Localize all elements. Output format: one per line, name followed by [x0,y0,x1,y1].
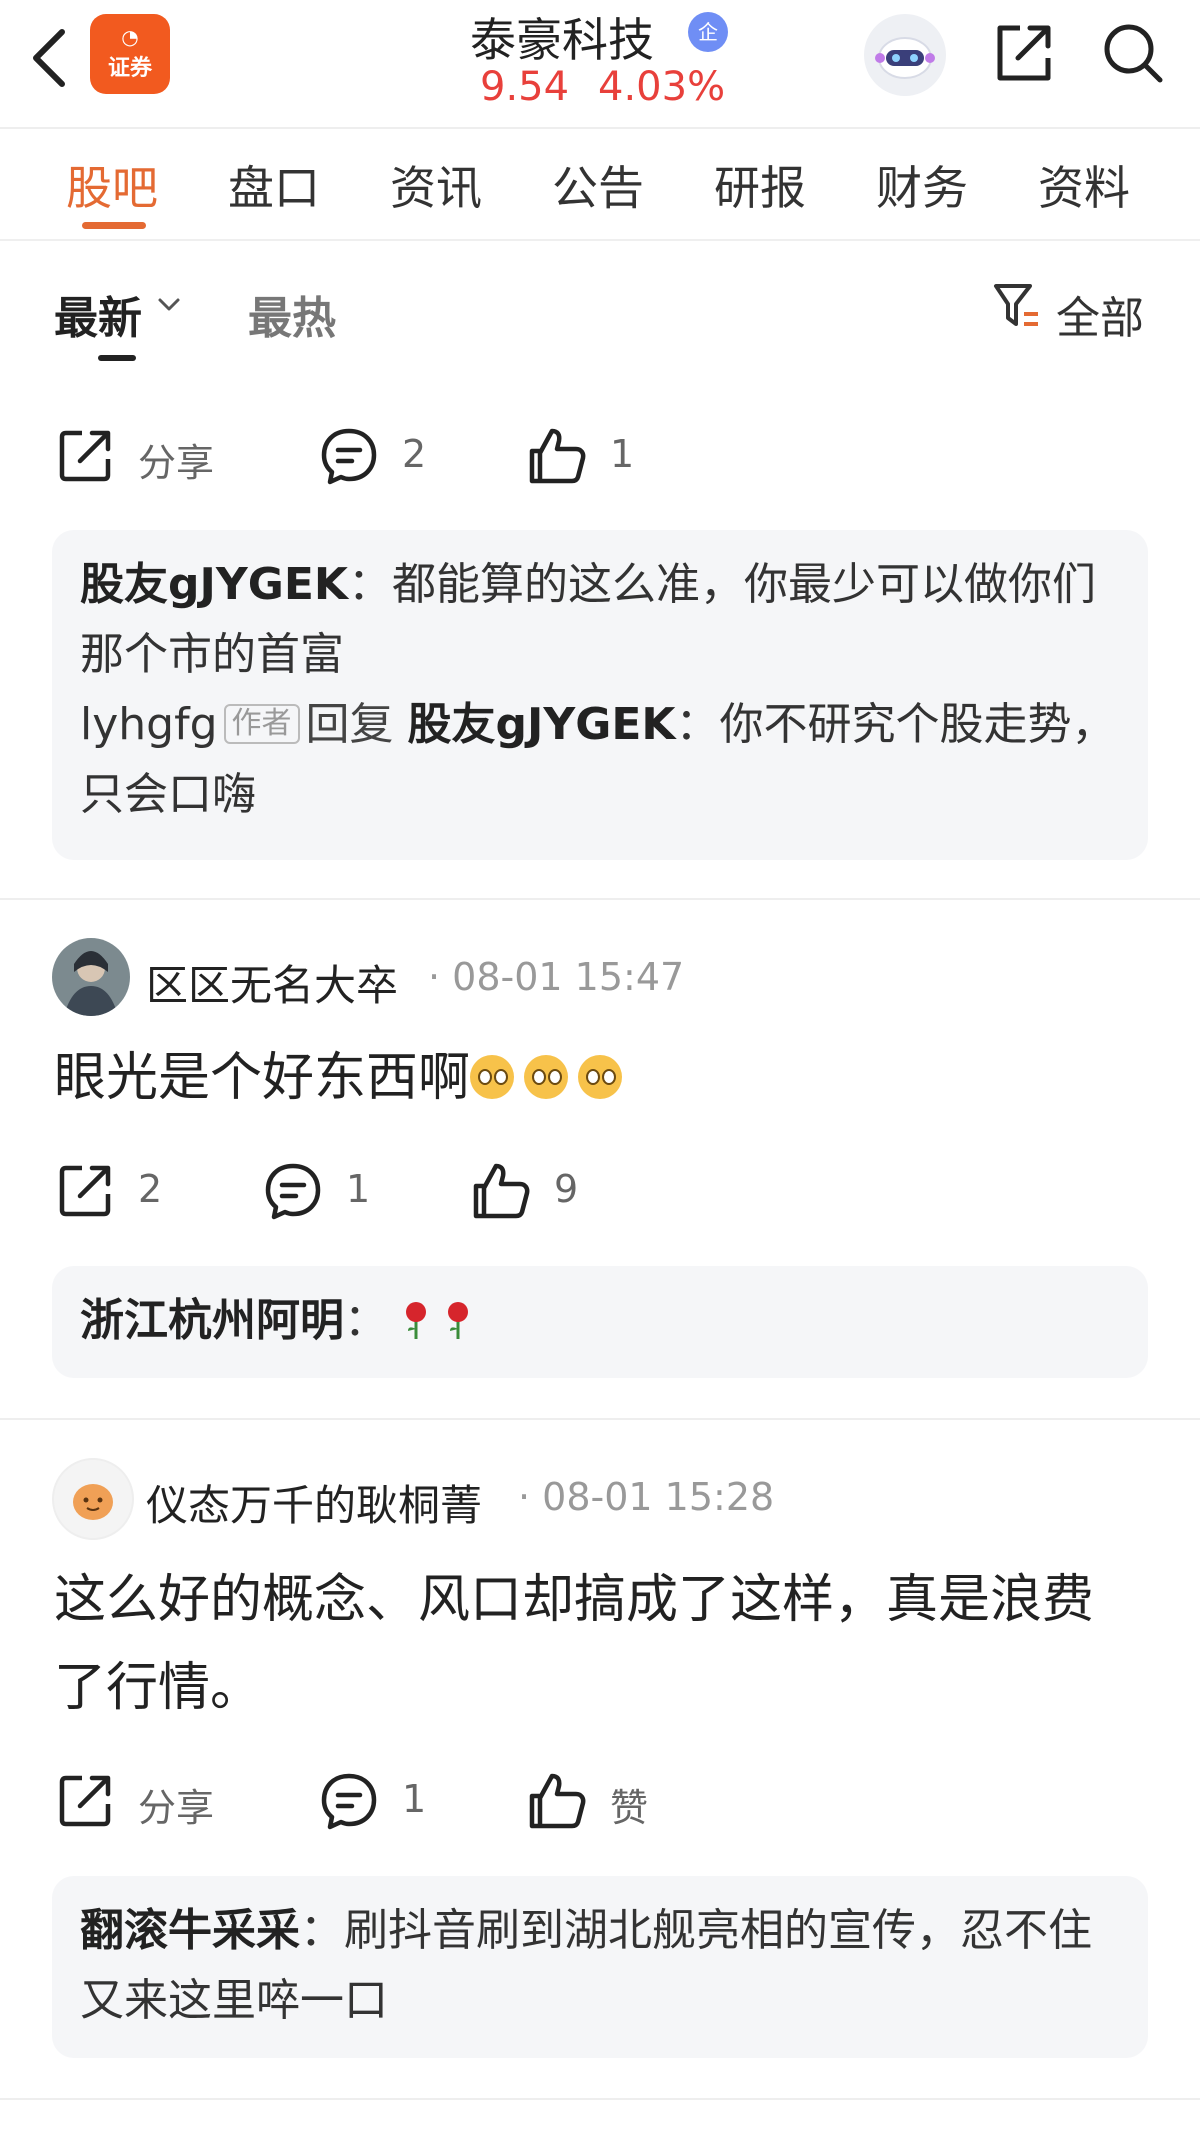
comment-count[interactable]: 1 [402,1777,426,1821]
header-divider [0,127,1200,129]
reply-username[interactable]: 翻滚牛采采 [80,1905,300,1956]
like-count[interactable]: 1 [610,432,634,476]
tab-guba[interactable]: 股吧 [66,152,158,218]
enterprise-badge: 企 [688,12,728,52]
post-time: · 08-01 15:28 [518,1475,775,1519]
tab-pankou[interactable]: 盘口 [228,152,320,218]
tab-finance[interactable]: 财务 [876,152,968,218]
reply-username[interactable]: 股友gJYGEK [80,559,348,610]
stock-change-percent: 4.03% [598,64,726,110]
tab-news[interactable]: 资讯 [390,152,482,218]
share-icon[interactable] [54,425,116,487]
post-body[interactable]: 眼光是个好东西啊 [54,1034,1150,1122]
sweat-face-icon [470,1055,515,1099]
sort-hot[interactable]: 最热 [248,282,336,346]
stock-price: 9.54 [480,64,570,110]
post-username[interactable]: 区区无名大卒 [146,952,398,1013]
avatar[interactable] [52,1458,134,1540]
post-divider [0,1418,1200,1420]
reply-item[interactable]: 股友gJYGEK：都能算的这么准，你最少可以做你们那个市的首富 [80,550,1120,690]
filter-label[interactable]: 全部 [1056,282,1144,346]
sort-latest[interactable]: 最新 [54,282,142,346]
tab-profile[interactable]: 资料 [1038,152,1130,218]
reply-box: 翻滚牛采采：刷抖音刷到湖北舰亮相的宣传，忍不住又来这里啐一口 [52,1876,1148,2058]
tabs-divider [0,239,1200,241]
share-icon[interactable] [54,1770,116,1832]
back-arrow-icon[interactable] [26,26,72,90]
avatar[interactable] [52,938,130,1016]
filter-icon[interactable] [992,280,1042,332]
share-icon[interactable] [54,1160,116,1222]
comment-icon[interactable] [262,1160,324,1222]
tab-announcements[interactable]: 公告 [552,152,644,218]
rose-icon [448,1302,468,1339]
post-body[interactable]: 这么好的概念、风口却搞成了这样，真是浪费了行情。 [54,1556,1114,1732]
comment-icon[interactable] [318,425,380,487]
app-logo[interactable]: ◔ 证券 [90,14,170,94]
rose-icon [406,1302,426,1339]
search-icon[interactable] [1100,20,1166,86]
chevron-down-icon[interactable] [156,292,182,318]
reply-username[interactable]: 浙江杭州阿明 [80,1295,344,1346]
comment-count[interactable]: 2 [402,432,426,476]
thumbs-up-icon[interactable] [526,1770,588,1832]
post-time: · 08-01 15:47 [428,955,685,999]
reply-box: 股友gJYGEK：都能算的这么准，你最少可以做你们那个市的首富 lyhgfg 作者… [52,530,1148,860]
share-label[interactable]: 分享 [138,432,214,487]
tab-research[interactable]: 研报 [714,152,806,218]
thumbs-up-icon[interactable] [470,1160,532,1222]
reply-item[interactable]: 浙江杭州阿明： [80,1286,1120,1356]
reply-text: ： [344,1295,388,1346]
robot-assistant-icon[interactable] [864,14,946,96]
reply-target-username[interactable]: 股友gJYGEK [408,699,676,750]
sweat-face-icon [524,1055,569,1099]
sort-indicator [98,355,136,361]
thumbs-up-icon[interactable] [526,425,588,487]
sweat-face-icon [578,1055,623,1099]
logo-arrow-icon: ◔ [121,25,139,49]
like-label[interactable]: 赞 [610,1777,648,1832]
like-count[interactable]: 9 [554,1167,578,1211]
reply-word: 回复 [305,699,394,750]
comment-count[interactable]: 1 [346,1167,370,1211]
post-divider [0,2098,1200,2100]
author-tag: 作者 [223,704,300,744]
stock-name: 泰豪科技 [470,13,654,67]
comment-icon[interactable] [318,1770,380,1832]
post-username[interactable]: 仪态万千的耿桐菁 [146,1472,482,1533]
reply-username[interactable]: lyhgfg [80,699,218,750]
reply-item[interactable]: 翻滚牛采采：刷抖音刷到湖北舰亮相的宣传，忍不住又来这里啐一口 [80,1896,1120,2036]
reply-item[interactable]: lyhgfg 作者 回复 股友gJYGEK：你不研究个股走势，只会口嗨 [80,690,1120,830]
reply-box: 浙江杭州阿明： [52,1266,1148,1378]
share-icon[interactable] [990,20,1056,86]
share-count[interactable]: 2 [138,1167,162,1211]
active-tab-indicator [82,222,146,229]
share-label[interactable]: 分享 [138,1777,214,1832]
post-divider [0,898,1200,900]
